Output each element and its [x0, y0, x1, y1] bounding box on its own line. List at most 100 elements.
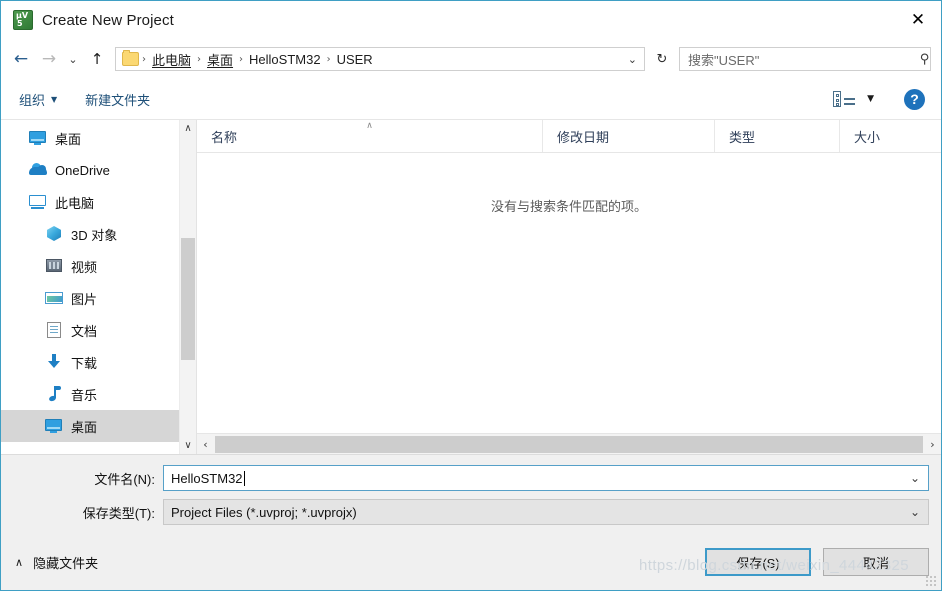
filename-row: 文件名(N): HelloSTM32 ⌄ [1, 455, 941, 491]
sidebar-item-desktop-selected[interactable]: 桌面 [1, 410, 196, 442]
sidebar-item-label: 桌面 [71, 419, 98, 435]
scroll-down-icon[interactable]: ∨ [180, 437, 196, 454]
sidebar-item-label: 下载 [71, 355, 98, 371]
close-icon[interactable]: ✕ [895, 1, 941, 38]
toolbar-right-group: ▼ ? [833, 88, 931, 110]
uvision-logo-icon: µV 5 [13, 10, 33, 30]
up-button[interactable]: ↑ [83, 45, 111, 73]
chevron-up-icon: ∧ [15, 556, 24, 569]
scrollbar-track[interactable] [214, 435, 924, 454]
column-header-date-modified[interactable]: 修改日期 [542, 120, 714, 152]
sidebar-item-label: 3D 对象 [71, 227, 118, 243]
file-list-empty-area[interactable]: 没有与搜索条件匹配的项。 [197, 153, 941, 433]
3d-objects-icon [45, 225, 63, 243]
sidebar-item-label: 图片 [71, 291, 98, 307]
desktop-icon [45, 417, 63, 435]
sidebar-item-downloads[interactable]: 下载 [1, 346, 196, 378]
address-bar-row: ← → ⌄ ↑ › 此电脑 › 桌面 › HelloSTM32 › USER ⌄… [1, 39, 941, 79]
title-bar: µV 5 Create New Project ✕ [1, 1, 941, 39]
music-icon [45, 385, 63, 403]
dialog-footer: 文件名(N): HelloSTM32 ⌄ 保存类型(T): Project Fi… [1, 454, 941, 590]
column-header-name[interactable]: ∧ 名称 [197, 120, 542, 152]
filetype-combobox[interactable]: Project Files (*.uvproj; *.uvprojx) ⌄ [163, 499, 929, 525]
sidebar-item-desktop[interactable]: 桌面 [1, 122, 196, 154]
filename-input[interactable]: HelloSTM32 [171, 471, 243, 486]
recent-locations-chevron-down-icon[interactable]: ⌄ [63, 45, 83, 73]
save-button[interactable]: 保存(S) [705, 548, 811, 576]
command-toolbar: 组织 ▼ 新建文件夹 ▼ ? [1, 79, 941, 119]
column-label: 类型 [729, 129, 756, 145]
videos-icon [45, 257, 63, 275]
scroll-right-icon[interactable]: › [924, 435, 941, 454]
search-placeholder: 搜索"USER" [688, 52, 760, 68]
desktop-icon [29, 129, 47, 147]
filename-label: 文件名(N): [94, 471, 155, 487]
sidebar-item-label: 此电脑 [55, 195, 95, 211]
filetype-value: Project Files (*.uvproj; *.uvprojx) [171, 504, 357, 520]
empty-message: 没有与搜索条件匹配的项。 [490, 199, 647, 214]
navigation-pane: 桌面 OneDrive 此电脑 3D 对象 视频 图片 文档 下载 音乐 桌面 … [1, 120, 197, 454]
scroll-left-icon[interactable]: ‹ [197, 435, 214, 454]
scroll-up-icon[interactable]: ∧ [180, 120, 196, 137]
dialog-button-row: 保存(S) 取消 [705, 548, 929, 576]
forward-button[interactable]: → [35, 45, 63, 73]
sidebar-item-documents[interactable]: 文档 [1, 314, 196, 346]
dialog-body: 桌面 OneDrive 此电脑 3D 对象 视频 图片 文档 下载 音乐 桌面 … [1, 119, 941, 454]
sidebar-item-onedrive[interactable]: OneDrive [1, 154, 196, 186]
navigation-list: 桌面 OneDrive 此电脑 3D 对象 视频 图片 文档 下载 音乐 桌面 [1, 120, 196, 442]
folder-icon [122, 50, 139, 66]
window-title: Create New Project [42, 11, 174, 29]
search-icon: ⚲ [920, 51, 930, 67]
hide-folders-label: 隐藏文件夹 [33, 556, 99, 571]
chevron-down-icon[interactable]: ⌄ [902, 505, 928, 519]
breadcrumb-item-3[interactable]: USER [332, 52, 378, 67]
column-label: 名称 [211, 129, 238, 145]
new-folder-button[interactable]: 新建文件夹 [85, 90, 150, 109]
breadcrumb-item-1[interactable]: 桌面 [202, 50, 238, 69]
help-icon[interactable]: ? [904, 88, 925, 110]
chevron-down-icon: ▼ [51, 94, 58, 104]
column-headers: ∧ 名称 修改日期 类型 大小 [197, 120, 941, 153]
scrollbar-thumb[interactable] [215, 435, 923, 453]
sidebar-item-3d-objects[interactable]: 3D 对象 [1, 218, 196, 250]
scrollbar-thumb[interactable] [181, 238, 195, 360]
this-pc-icon [29, 193, 47, 211]
chevron-down-icon[interactable]: ⌄ [902, 471, 928, 485]
resize-grip[interactable] [925, 575, 937, 587]
sidebar-item-music[interactable]: 音乐 [1, 378, 196, 410]
search-input[interactable]: 搜索"USER" ⚲ [679, 47, 931, 71]
sidebar-item-pictures[interactable]: 图片 [1, 282, 196, 314]
documents-icon [45, 321, 63, 339]
breadcrumb-chevron-down-icon[interactable]: ⌄ [621, 53, 644, 66]
column-label: 大小 [854, 129, 881, 145]
sidebar-item-label: OneDrive [55, 162, 110, 178]
sidebar-item-videos[interactable]: 视频 [1, 250, 196, 282]
filename-combobox[interactable]: HelloSTM32 ⌄ [163, 465, 929, 491]
breadcrumb-item-2[interactable]: HelloSTM32 [244, 52, 326, 67]
file-list-horizontal-scrollbar[interactable]: ‹ › [197, 433, 941, 454]
view-chevron-down-icon[interactable]: ▼ [867, 94, 874, 104]
pictures-icon [45, 289, 63, 307]
sidebar-item-label: 视频 [71, 259, 98, 275]
organize-label: 组织 [19, 92, 46, 108]
organize-button[interactable]: 组织 ▼ [19, 90, 57, 109]
save-as-dialog: µV 5 Create New Project ✕ ← → ⌄ ↑ › 此电脑 ›… [0, 0, 942, 591]
column-label: 修改日期 [557, 129, 610, 145]
onedrive-cloud-icon [29, 161, 47, 179]
column-header-size[interactable]: 大小 [839, 120, 941, 152]
refresh-icon[interactable]: ↻ [651, 47, 673, 71]
hide-folders-toggle[interactable]: ∧ 隐藏文件夹 [15, 553, 98, 572]
sidebar-item-label: 文档 [71, 323, 98, 339]
sidebar-item-label: 音乐 [71, 387, 98, 403]
cancel-button[interactable]: 取消 [823, 548, 929, 576]
filetype-label: 保存类型(T): [82, 505, 155, 521]
breadcrumb-item-0[interactable]: 此电脑 [147, 50, 196, 69]
view-options-icon[interactable] [833, 91, 856, 107]
column-header-type[interactable]: 类型 [714, 120, 839, 152]
sidebar-vertical-scrollbar[interactable]: ∧ ∨ [179, 120, 196, 454]
downloads-icon [45, 353, 63, 371]
sidebar-item-this-pc[interactable]: 此电脑 [1, 186, 196, 218]
back-button[interactable]: ← [7, 45, 35, 73]
breadcrumb[interactable]: › 此电脑 › 桌面 › HelloSTM32 › USER ⌄ [115, 47, 645, 71]
sidebar-item-label: 桌面 [55, 131, 82, 147]
